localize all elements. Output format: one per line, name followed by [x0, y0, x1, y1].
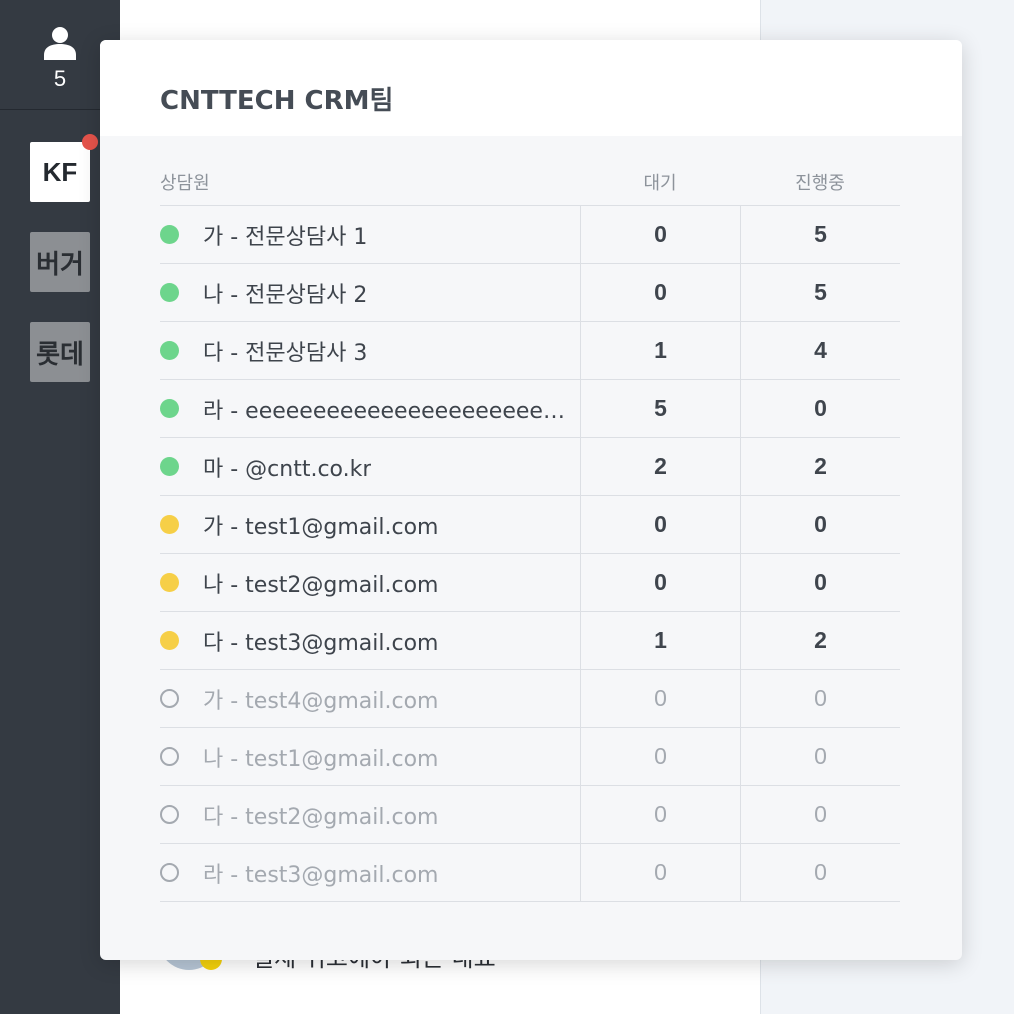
table-header: 상담원 대기 진행중 — [160, 168, 900, 206]
agent-name: 가 - test1@gmail.com — [203, 514, 439, 540]
table-row[interactable]: 다 - test2@gmail.com 0 0 — [160, 785, 900, 844]
agent-cell: 가 - 전문상담사 1 — [160, 206, 580, 264]
table-row[interactable]: 나 - 전문상담사 2 05 — [160, 263, 900, 322]
status-online-icon — [160, 457, 179, 476]
column-header-in-progress: 진행중 — [795, 173, 845, 194]
in-progress-count: 2 — [740, 437, 900, 496]
agent-name: 다 - 전문상담사 3 — [203, 340, 368, 366]
popup-title: CNTTECH CRM팀 — [160, 86, 394, 116]
in-progress-count: 0 — [740, 669, 900, 728]
agent-cell: 나 - 전문상담사 2 — [160, 264, 580, 322]
agent-name: 나 - 전문상담사 2 — [203, 282, 368, 308]
waiting-count: 1 — [580, 611, 740, 670]
agent-name: 가 - 전문상담사 1 — [203, 224, 368, 250]
agent-name: 마 - @cntt.co.kr — [203, 456, 372, 482]
table-row[interactable]: 가 - test4@gmail.com 0 0 — [160, 669, 900, 728]
waiting-count: 5 — [580, 379, 740, 438]
table-row[interactable]: 다 - 전문상담사 3 14 — [160, 321, 900, 380]
team-button-lotte[interactable]: 롯데 — [30, 322, 90, 382]
agent-cell: 다 - test2@gmail.com — [160, 786, 580, 844]
table-row[interactable]: 마 - @cntt.co.kr 2 2 — [160, 437, 900, 496]
in-progress-count: 0 — [740, 785, 900, 844]
waiting-count: 0 — [580, 785, 740, 844]
table-row[interactable]: 라 - test3@gmail.com 0 0 — [160, 843, 900, 902]
agent-cell: 나 - test1@gmail.com — [160, 728, 580, 786]
waiting-count: 0 — [580, 205, 740, 264]
team-button-kf[interactable]: KF — [30, 142, 90, 202]
table-row[interactable]: 가 - test1@gmail.com 0 0 — [160, 495, 900, 554]
in-progress-count: 5 — [740, 205, 900, 264]
status-offline-icon — [160, 805, 179, 824]
agent-status-table: 상담원 대기 진행중 가 - 전문상담사 105나 - 전문상담사 205다 -… — [160, 168, 900, 902]
agent-name: 나 - test2@gmail.com — [203, 572, 439, 598]
status-busy-icon — [160, 631, 179, 650]
agent-cell: 마 - @cntt.co.kr — [160, 438, 580, 496]
waiting-count: 0 — [580, 553, 740, 612]
agent-name: 라 - eeeeeeeeeeeeeeeeeeeeeeeeeeeeeeeeeee — [203, 398, 573, 424]
status-busy-icon — [160, 573, 179, 592]
in-progress-count: 0 — [740, 727, 900, 786]
status-offline-icon — [160, 689, 179, 708]
agent-cell: 다 - test3@gmail.com — [160, 612, 580, 670]
status-online-icon — [160, 341, 179, 360]
agent-cell: 가 - test1@gmail.com — [160, 496, 580, 554]
in-progress-count: 4 — [740, 321, 900, 380]
in-progress-count: 0 — [740, 553, 900, 612]
table-row[interactable]: 라 - eeeeeeeeeeeeeeeeeeeeeeeeeeeeeeeeeee 5… — [160, 379, 900, 438]
status-online-icon — [160, 225, 179, 244]
waiting-count: 1 — [580, 321, 740, 380]
status-busy-icon — [160, 515, 179, 534]
in-progress-count: 0 — [740, 495, 900, 554]
agent-name: 다 - test2@gmail.com — [203, 804, 439, 830]
table-row[interactable]: 다 - test3@gmail.com 1 2 — [160, 611, 900, 670]
table-body: 가 - 전문상담사 105나 - 전문상담사 205다 - 전문상담사 314라… — [160, 205, 900, 902]
notification-dot — [82, 134, 98, 150]
in-progress-count: 5 — [740, 263, 900, 322]
agent-cell: 라 - test3@gmail.com — [160, 844, 580, 902]
waiting-count: 0 — [580, 263, 740, 322]
status-online-icon — [160, 399, 179, 418]
in-progress-count: 2 — [740, 611, 900, 670]
agent-name: 다 - test3@gmail.com — [203, 630, 439, 656]
waiting-count: 0 — [580, 843, 740, 902]
agent-cell: 가 - test4@gmail.com — [160, 670, 580, 728]
waiting-count: 2 — [580, 437, 740, 496]
in-progress-count: 0 — [740, 379, 900, 438]
agent-name: 가 - test4@gmail.com — [203, 688, 439, 714]
table-row[interactable]: 나 - test1@gmail.com 0 0 — [160, 727, 900, 786]
team-status-popup: CNTTECH CRM팀 상담원 대기 진행중 가 - 전문상담사 105나 -… — [100, 40, 962, 960]
waiting-count: 0 — [580, 495, 740, 554]
agent-name: 라 - test3@gmail.com — [203, 862, 439, 888]
status-offline-icon — [160, 863, 179, 882]
table-row[interactable]: 가 - 전문상담사 1 05 — [160, 205, 900, 264]
agent-cell: 라 - eeeeeeeeeeeeeeeeeeeeeeeeeeeeeeeeeee — [160, 380, 580, 438]
team-button-burger[interactable]: 버거 — [30, 232, 90, 292]
agent-cell: 나 - test2@gmail.com — [160, 554, 580, 612]
column-header-waiting: 대기 — [643, 173, 677, 194]
waiting-count: 0 — [580, 669, 740, 728]
status-offline-icon — [160, 747, 179, 766]
table-row[interactable]: 나 - test2@gmail.com 0 0 — [160, 553, 900, 612]
person-icon — [44, 27, 76, 60]
column-header-agent: 상담원 — [160, 173, 210, 194]
agent-name: 나 - test1@gmail.com — [203, 746, 439, 772]
popup-header: CNTTECH CRM팀 — [100, 40, 962, 136]
waiting-count: 0 — [580, 727, 740, 786]
agent-cell: 다 - 전문상담사 3 — [160, 322, 580, 380]
status-online-icon — [160, 283, 179, 302]
in-progress-count: 0 — [740, 843, 900, 902]
